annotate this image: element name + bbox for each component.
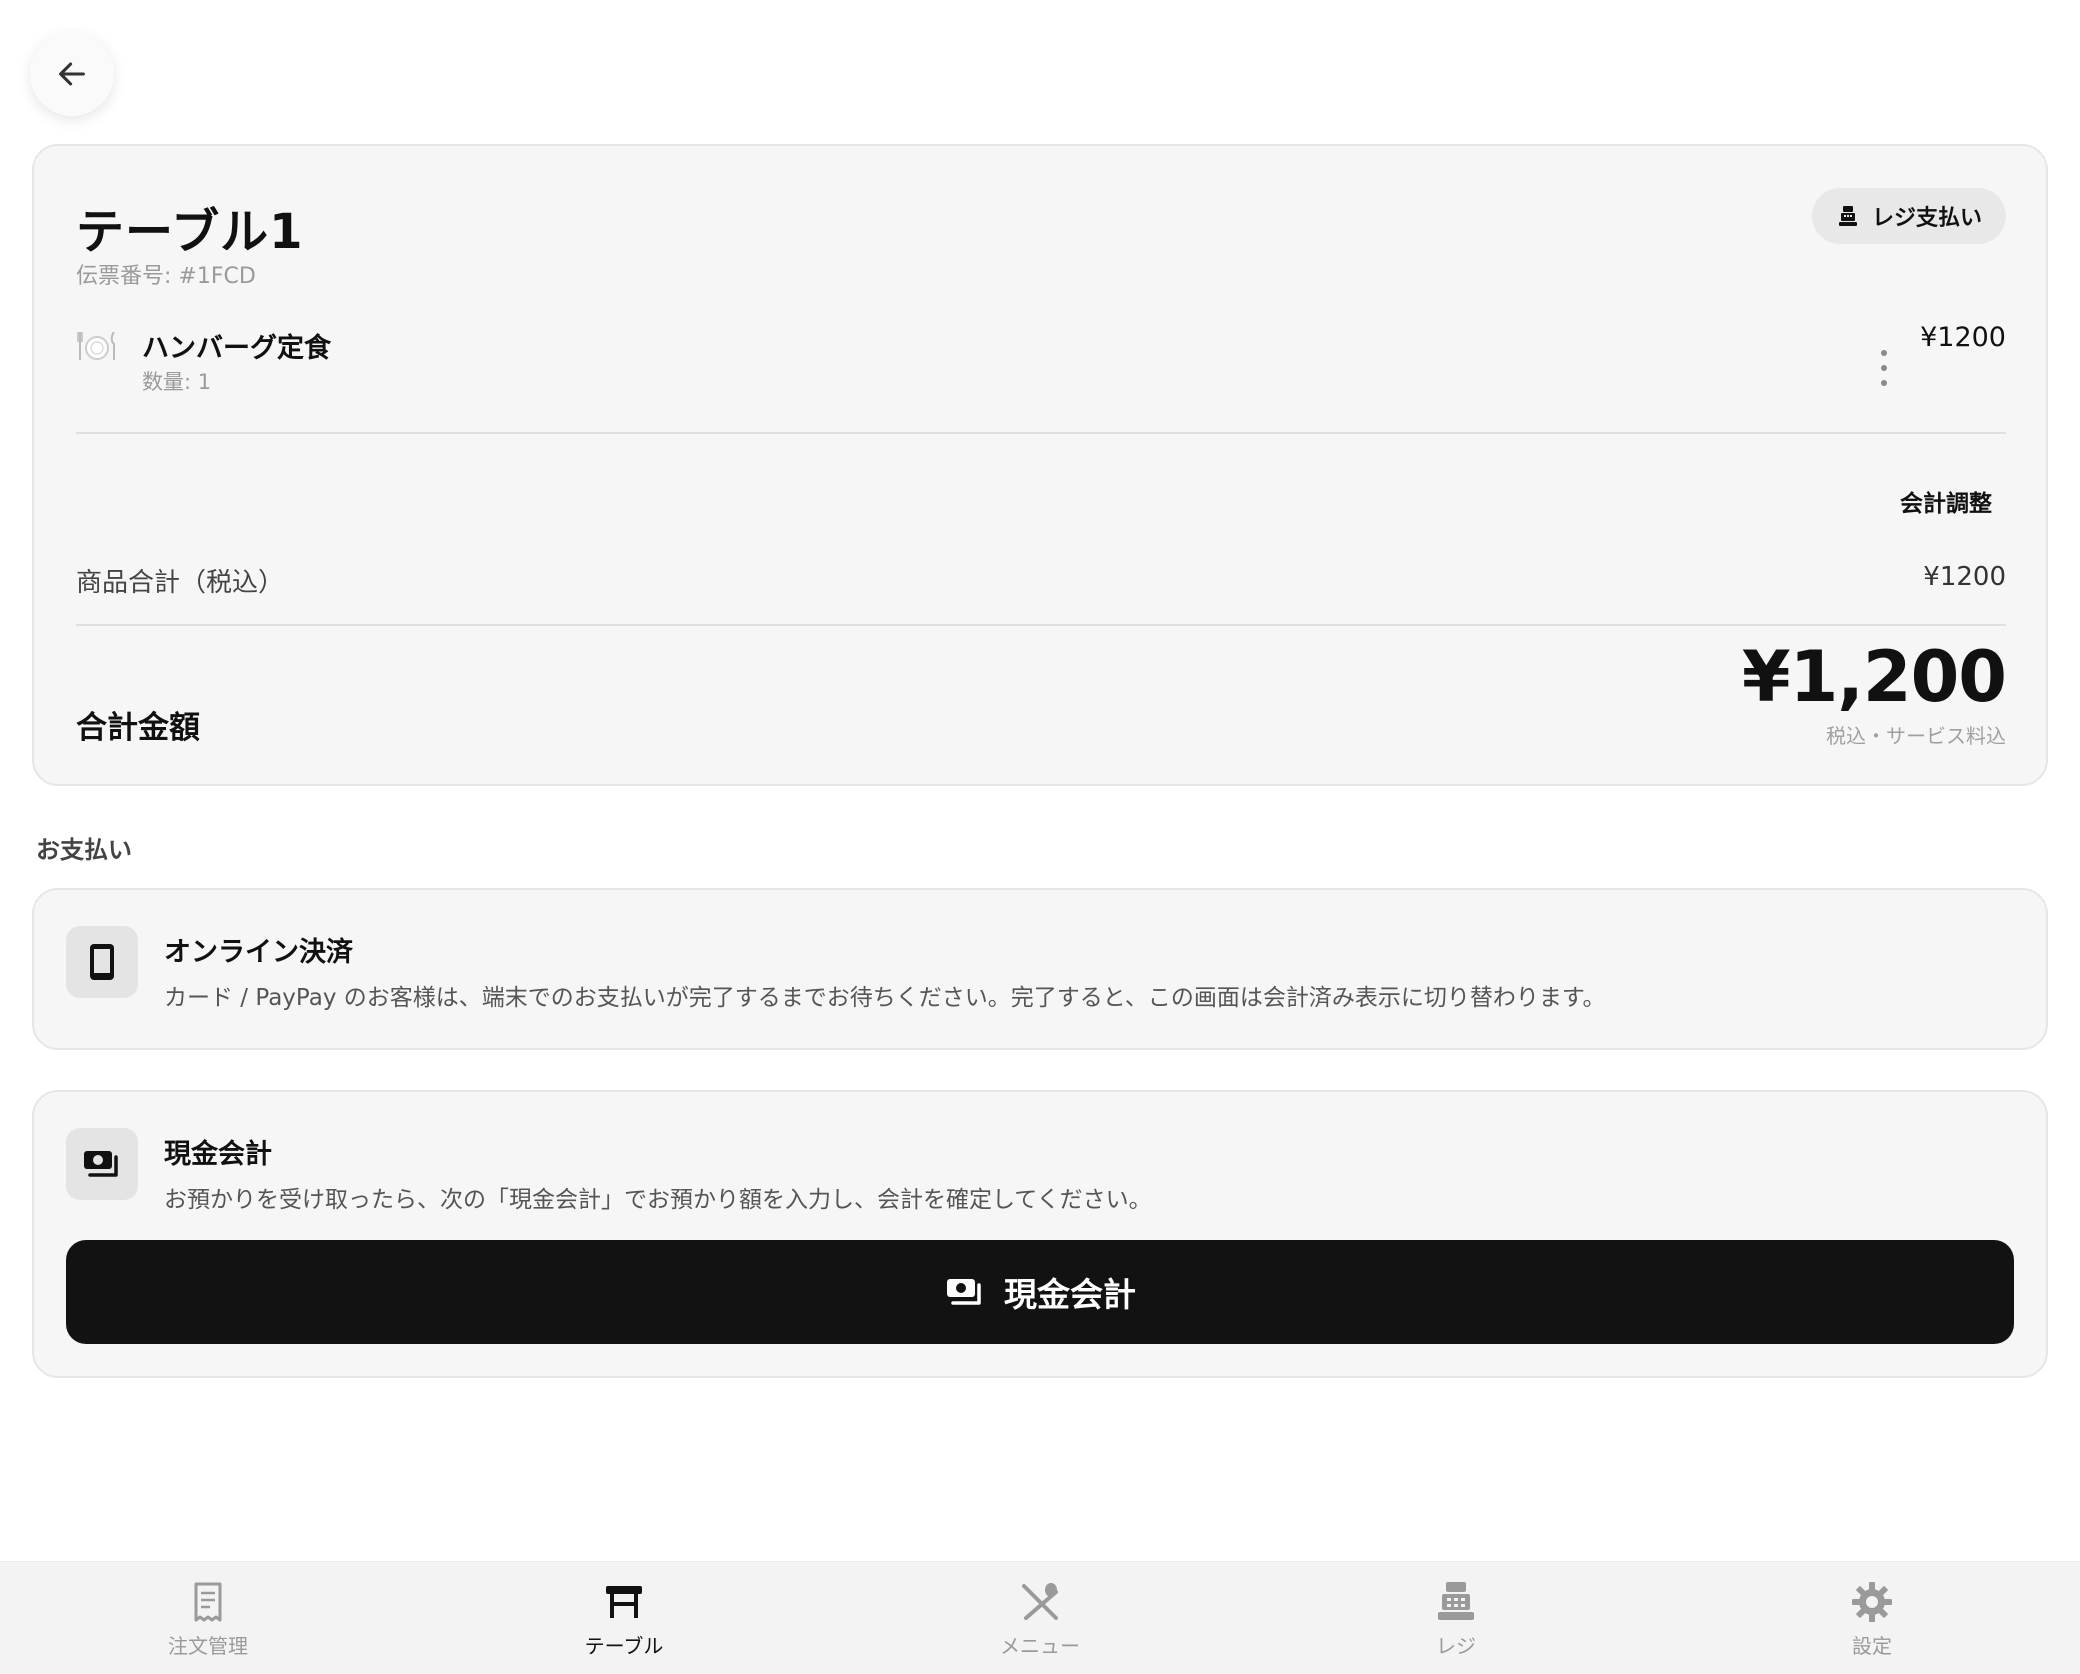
cash-icon-box xyxy=(66,1128,138,1200)
item-name: ハンバーグ定食 xyxy=(142,333,331,364)
register-icon xyxy=(1838,206,1857,226)
item-quantity: 数量: 1 xyxy=(142,370,212,394)
nav-item-register[interactable]: レジ xyxy=(1356,1580,1556,1670)
payment-heading: お支払い xyxy=(36,836,132,864)
receipt-icon xyxy=(194,1582,222,1622)
online-payment-card: オンライン決済 カード / PayPay のお客様は、端末でのお支払いが完了する… xyxy=(32,888,2048,1050)
table-icon xyxy=(606,1586,642,1618)
nav-item-tables[interactable]: テーブル xyxy=(524,1580,724,1670)
register-pay-button[interactable]: レジ支払い xyxy=(1811,188,2006,244)
nav-label-menu: メニュー xyxy=(1000,1634,1080,1658)
slip-number: 伝票番号: #1FCD xyxy=(76,264,256,289)
subtotal-label: 商品合計（税込） xyxy=(76,568,285,598)
nav-item-settings[interactable]: 設定 xyxy=(1772,1580,1972,1670)
total-value: ¥1,200 xyxy=(1741,636,2007,718)
item-more-icon[interactable] xyxy=(1874,350,1894,386)
payment-screen: テーブル1 伝票番号: #1FCD レジ支払い ハンバーグ定食 数量: 1 ¥1… xyxy=(0,0,2080,1674)
cash-checkout-button[interactable]: 現金会計 xyxy=(66,1240,2014,1344)
dish-icon xyxy=(77,331,115,360)
item-price: ¥1200 xyxy=(1920,322,2006,353)
arrow-left-icon xyxy=(59,62,85,86)
divider xyxy=(76,624,2006,626)
order-item[interactable]: ハンバーグ定食 数量: 1 ¥1200 xyxy=(76,322,2006,402)
smartphone-icon xyxy=(90,944,114,980)
cash-payment-description: お預かりを受け取ったら、次の「現金会計」でお預かり額を入力し、会計を確定してくだ… xyxy=(164,1187,1152,1213)
nav-item-orders[interactable]: 注文管理 xyxy=(108,1580,308,1670)
register-icon xyxy=(1438,1582,1474,1620)
online-icon-box xyxy=(66,926,138,998)
utensils-icon xyxy=(1022,1583,1058,1620)
total-note: 税込・サービス料込 xyxy=(1826,724,2006,748)
nav-label-orders: 注文管理 xyxy=(168,1634,248,1658)
cash-checkout-label: 現金会計 xyxy=(1004,1275,1136,1314)
adjust-bill-button[interactable]: 会計調整 xyxy=(1900,484,1992,518)
cash-icon xyxy=(947,1279,981,1305)
total-label: 合計金額 xyxy=(76,710,200,746)
nav-label-tables: テーブル xyxy=(584,1634,664,1658)
register-pay-label: レジ支払い xyxy=(1871,206,1982,231)
table-title: テーブル1 xyxy=(76,204,304,260)
cash-payment-title: 現金会計 xyxy=(164,1139,272,1170)
nav-label-settings: 設定 xyxy=(1852,1634,1892,1658)
cash-icon xyxy=(84,1151,118,1177)
online-payment-title: オンライン決済 xyxy=(164,937,353,968)
bottom-nav: 注文管理 テーブル メニュー レジ 設定 xyxy=(0,1561,2080,1674)
back-button[interactable] xyxy=(30,32,114,116)
nav-label-register: レジ xyxy=(1436,1634,1476,1658)
online-payment-description: カード / PayPay のお客様は、端末でのお支払いが完了するまでお待ちくださ… xyxy=(164,985,1606,1011)
gear-icon xyxy=(1852,1582,1892,1622)
divider xyxy=(76,432,2006,434)
nav-item-menu[interactable]: メニュー xyxy=(940,1580,1140,1670)
subtotal-value: ¥1200 xyxy=(1923,562,2006,592)
bill-card: テーブル1 伝票番号: #1FCD レジ支払い ハンバーグ定食 数量: 1 ¥1… xyxy=(32,144,2048,786)
cash-payment-card: 現金会計 お預かりを受け取ったら、次の「現金会計」でお預かり額を入力し、会計を確… xyxy=(32,1090,2048,1378)
